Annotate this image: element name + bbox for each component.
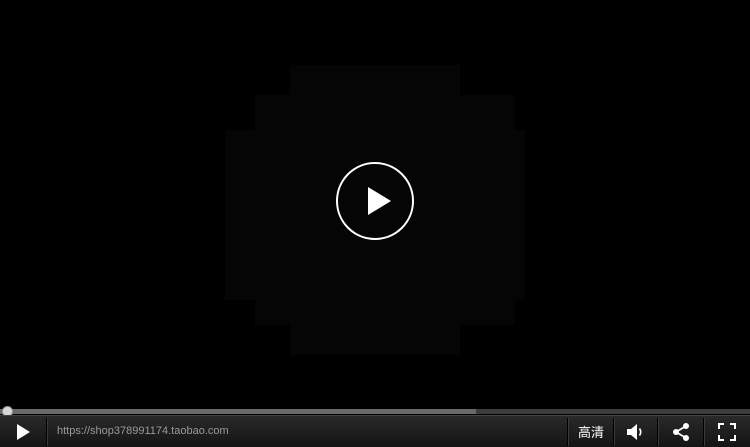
volume-icon (627, 423, 642, 440)
volume-button[interactable] (615, 416, 657, 447)
video-area[interactable] (0, 0, 750, 412)
play-button[interactable] (0, 416, 46, 447)
control-bar: https://shop378991174.taobao.com 高清 (0, 415, 750, 447)
fullscreen-button[interactable] (705, 416, 749, 447)
video-player: https://shop378991174.taobao.com 高清 (0, 0, 750, 447)
play-icon (17, 423, 30, 440)
play-circle-icon (368, 187, 391, 215)
share-icon (673, 422, 689, 441)
divider (46, 418, 48, 446)
big-play-button[interactable] (336, 162, 414, 240)
fullscreen-icon (718, 422, 736, 441)
quality-label: 高清 (577, 425, 604, 440)
watermark-url: https://shop378991174.taobao.com (57, 425, 229, 437)
quality-button[interactable]: 高清 (569, 416, 613, 447)
share-button[interactable] (659, 416, 703, 447)
progress-bar[interactable] (0, 409, 750, 414)
progress-buffered (0, 409, 477, 414)
